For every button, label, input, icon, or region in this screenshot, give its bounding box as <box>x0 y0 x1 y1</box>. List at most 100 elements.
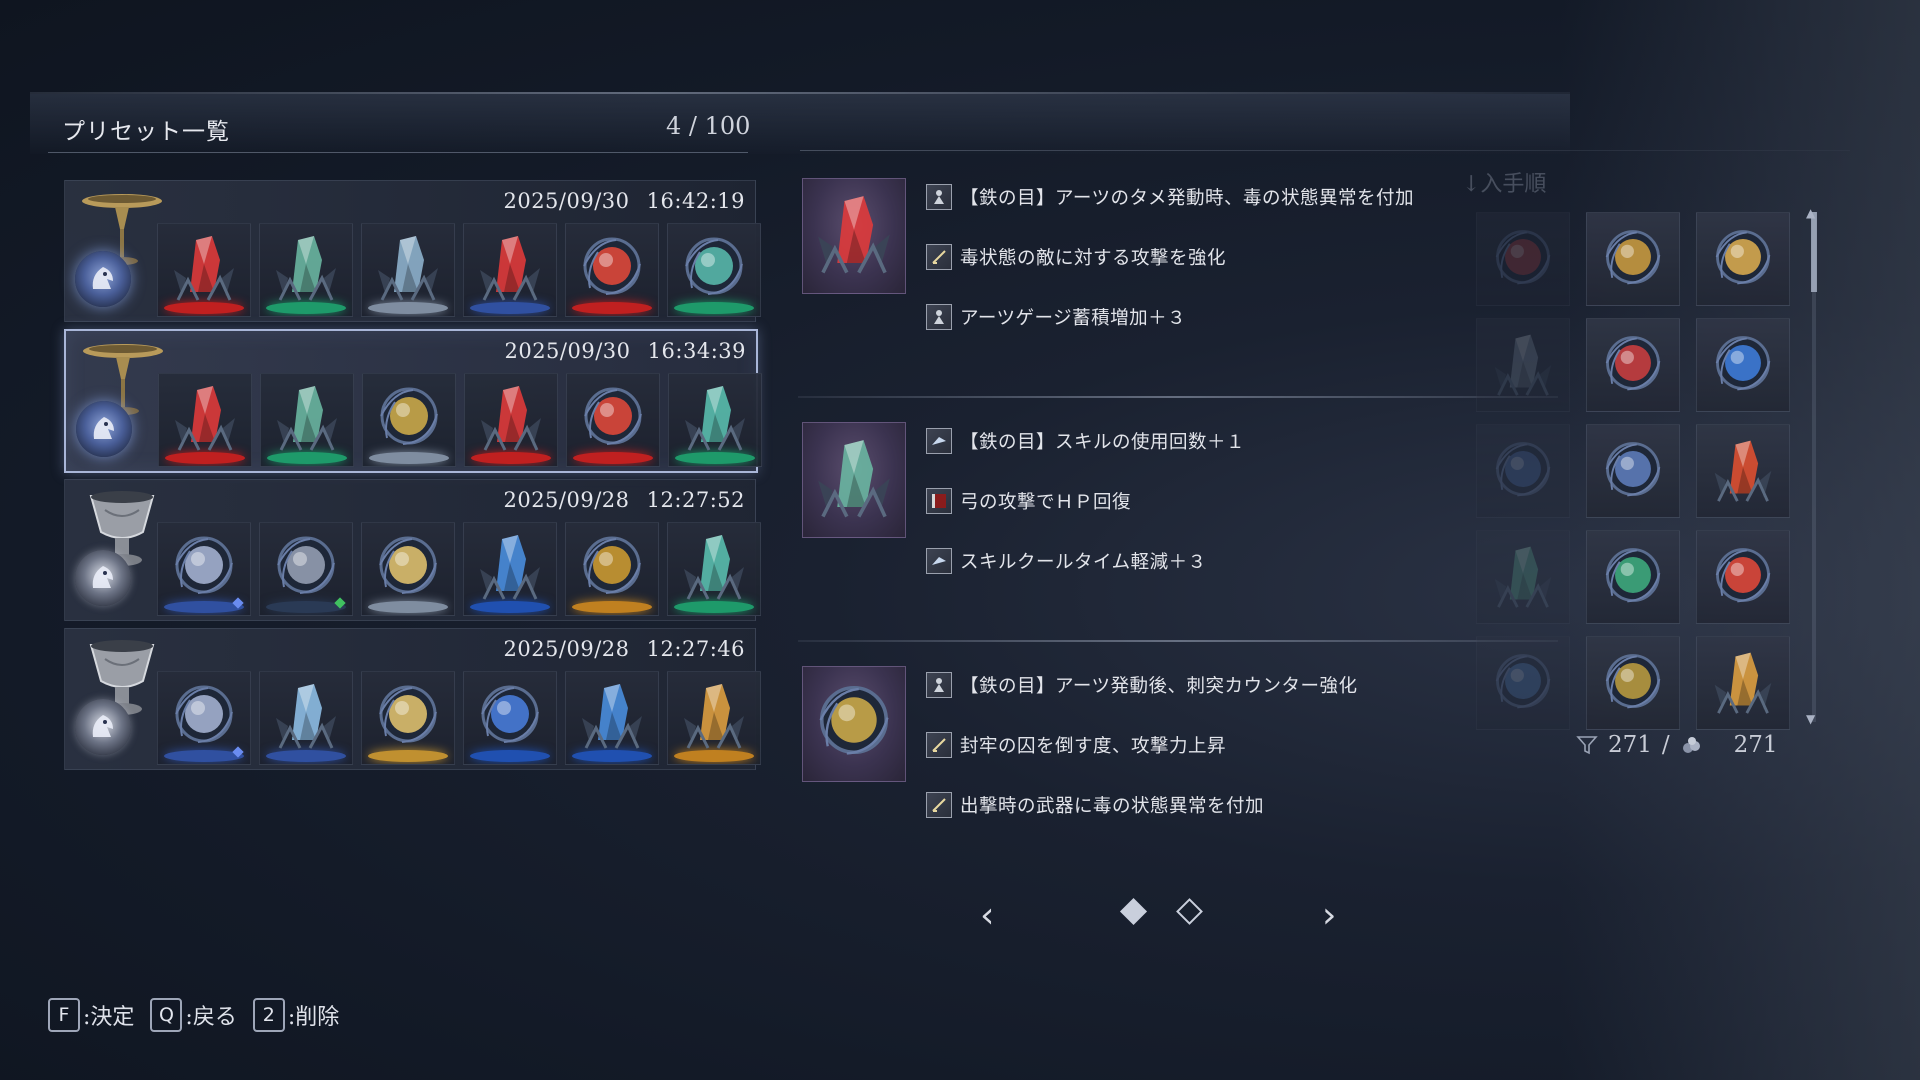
relic-slot[interactable] <box>464 373 558 467</box>
inventory-scroll-thumb[interactable] <box>1811 212 1817 292</box>
effect-text: 毒状態の敵に対する攻撃を強化 <box>960 248 1227 269</box>
effect-sword-icon <box>926 792 952 818</box>
effect-text: 弓の攻撃でＨＰ回復 <box>960 492 1132 513</box>
scroll-up-icon[interactable]: ▲ <box>1806 206 1815 220</box>
preset-timestamp: 2025/09/30 16:42:19 <box>503 189 745 213</box>
effect-figure-icon <box>926 304 952 330</box>
relic-crystal-icon <box>1489 541 1557 609</box>
back-label: :戻る <box>185 1005 237 1030</box>
relic-crystal-icon <box>678 678 750 750</box>
relic-orb-icon <box>1599 541 1667 609</box>
relic-glow <box>572 750 652 762</box>
relic-slot[interactable] <box>158 373 252 467</box>
delete-hint[interactable]: 2 :削除 <box>252 998 340 1032</box>
relic-effect: アーツゲージ蓄積増加＋３ <box>926 300 1186 334</box>
relic-effect: 出撃時の武器に毒の状態異常を付加 <box>926 788 1264 822</box>
preset-row[interactable]: 2025/09/30 16:42:19 <box>64 180 761 322</box>
relic-crystal-icon <box>270 678 342 750</box>
relic-detail-icon[interactable] <box>802 422 906 538</box>
inventory-relic-cell[interactable] <box>1696 212 1790 306</box>
relic-glow <box>165 452 245 464</box>
inventory-relic-cell[interactable] <box>1696 424 1790 518</box>
relic-slot[interactable] <box>362 373 456 467</box>
relic-orb-icon <box>168 678 240 750</box>
relic-count-separator: / <box>1661 732 1670 758</box>
relic-slot[interactable] <box>361 522 455 616</box>
relic-slot[interactable] <box>463 522 557 616</box>
page-indicator-2[interactable] <box>1176 898 1203 925</box>
relic-slot[interactable] <box>566 373 660 467</box>
inventory-relic-cell[interactable] <box>1476 318 1570 412</box>
relic-orb-icon <box>373 380 445 452</box>
relic-glow <box>675 452 755 464</box>
next-page-icon[interactable]: › <box>1322 895 1336 936</box>
inventory-relic-cell[interactable] <box>1586 318 1680 412</box>
relic-slot[interactable] <box>157 671 251 765</box>
relic-detail-icon[interactable] <box>802 666 906 782</box>
relic-crystal-icon <box>474 529 546 601</box>
relic-slot[interactable] <box>565 671 659 765</box>
inventory-relic-cell[interactable] <box>1476 636 1570 730</box>
relic-count-max: 271 <box>1733 732 1778 758</box>
relic-slots <box>157 522 761 616</box>
relic-slot[interactable] <box>565 223 659 317</box>
inventory-relic-cell[interactable] <box>1586 636 1680 730</box>
filter-icon[interactable] <box>1576 734 1598 756</box>
relic-slots <box>157 671 761 765</box>
relic-slot[interactable] <box>361 223 455 317</box>
relic-glow <box>572 601 652 613</box>
relic-orb-icon <box>1599 329 1667 397</box>
relic-slot[interactable] <box>667 522 761 616</box>
inventory-relic-cell[interactable] <box>1476 424 1570 518</box>
inventory-relic-cell[interactable] <box>1476 530 1570 624</box>
confirm-hint[interactable]: F :決定 <box>48 998 134 1032</box>
prev-page-icon[interactable]: ‹ <box>980 895 994 936</box>
relic-effect: 【鉄の目】スキルの使用回数＋１ <box>926 424 1245 458</box>
effect-text: 【鉄の目】アーツ発動後、刺突カウンター強化 <box>960 676 1358 697</box>
inventory-relic-cell[interactable] <box>1696 318 1790 412</box>
inventory-relic-cell[interactable] <box>1696 530 1790 624</box>
relic-slots <box>157 223 761 317</box>
confirm-label: :決定 <box>83 1005 135 1030</box>
preset-row[interactable]: 2025/09/28 12:27:46 <box>64 628 761 770</box>
delete-label: :削除 <box>287 1005 340 1030</box>
relic-orb-icon <box>1489 435 1557 503</box>
character-emblem-icon <box>75 550 131 606</box>
key-2-icon: 2 <box>252 998 285 1032</box>
scroll-down-icon[interactable]: ▼ <box>1806 712 1815 726</box>
relic-slot[interactable] <box>260 373 354 467</box>
header-divider <box>48 152 748 153</box>
inventory-relic-cell[interactable] <box>1586 530 1680 624</box>
back-hint[interactable]: Q :戻る <box>150 998 237 1032</box>
relic-slot[interactable] <box>667 223 761 317</box>
page-indicator-1[interactable] <box>1120 898 1147 925</box>
relic-glow <box>368 302 448 314</box>
inventory-relic-cell[interactable] <box>1476 212 1570 306</box>
relic-slot[interactable] <box>667 671 761 765</box>
preset-row[interactable]: 2025/09/28 12:27:52 <box>64 479 761 621</box>
preset-timestamp: 2025/09/30 16:34:39 <box>504 339 746 363</box>
relic-slots <box>158 373 762 467</box>
relic-slot[interactable] <box>565 522 659 616</box>
relic-slot[interactable] <box>668 373 762 467</box>
relic-slot[interactable] <box>361 671 455 765</box>
sort-order-label[interactable]: ↓入手順 <box>1462 166 1546 198</box>
relic-slot[interactable] <box>157 223 251 317</box>
relic-orb-icon <box>576 529 648 601</box>
relic-slot[interactable] <box>463 223 557 317</box>
relic-glow <box>164 302 244 314</box>
inventory-relic-cell[interactable] <box>1696 636 1790 730</box>
inventory-relic-cell[interactable] <box>1586 424 1680 518</box>
relic-detail-icon[interactable] <box>802 178 906 294</box>
preset-row[interactable]: 2025/09/30 16:34:39 <box>64 329 762 473</box>
relic-slot[interactable] <box>157 522 251 616</box>
relic-slot[interactable] <box>259 671 353 765</box>
inventory-relic-cell[interactable] <box>1586 212 1680 306</box>
effect-figure-icon <box>926 184 952 210</box>
relic-slot[interactable] <box>463 671 557 765</box>
relic-crystal-icon <box>1709 647 1777 715</box>
detail-divider <box>798 640 1558 642</box>
relic-slot[interactable] <box>259 522 353 616</box>
relic-slot[interactable] <box>259 223 353 317</box>
relic-orb-icon <box>270 529 342 601</box>
